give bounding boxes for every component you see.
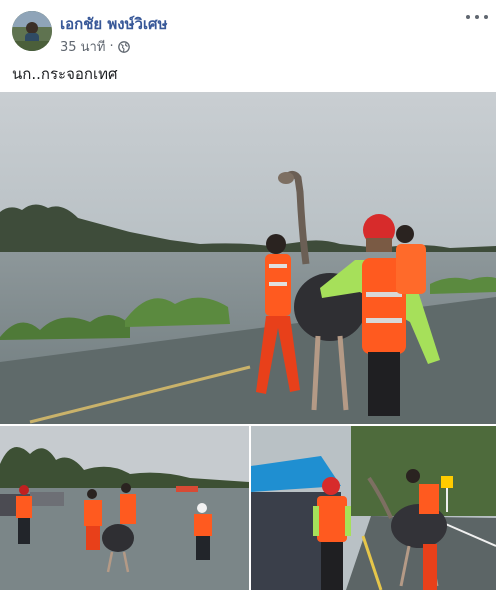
post-header: เอกชัย พงษ์วิเศษ 35 นาที · [0,0,496,56]
author-name-link[interactable]: เอกชัย พงษ์วิเศษ [60,12,167,36]
more-options-icon[interactable] [466,10,488,24]
avatar[interactable] [12,11,52,51]
photo-bottom-left[interactable] [0,426,249,590]
timestamp-link[interactable]: 35 นาที [60,36,105,57]
avatar-image [12,11,52,51]
post-text: นก..กระจอกเทศ [12,65,118,83]
globe-icon[interactable] [117,40,130,53]
photo-bottom-right[interactable] [251,426,496,590]
meta-separator: · [109,39,114,54]
photo-main[interactable] [0,92,496,424]
post-meta: 35 นาที · [60,36,130,57]
